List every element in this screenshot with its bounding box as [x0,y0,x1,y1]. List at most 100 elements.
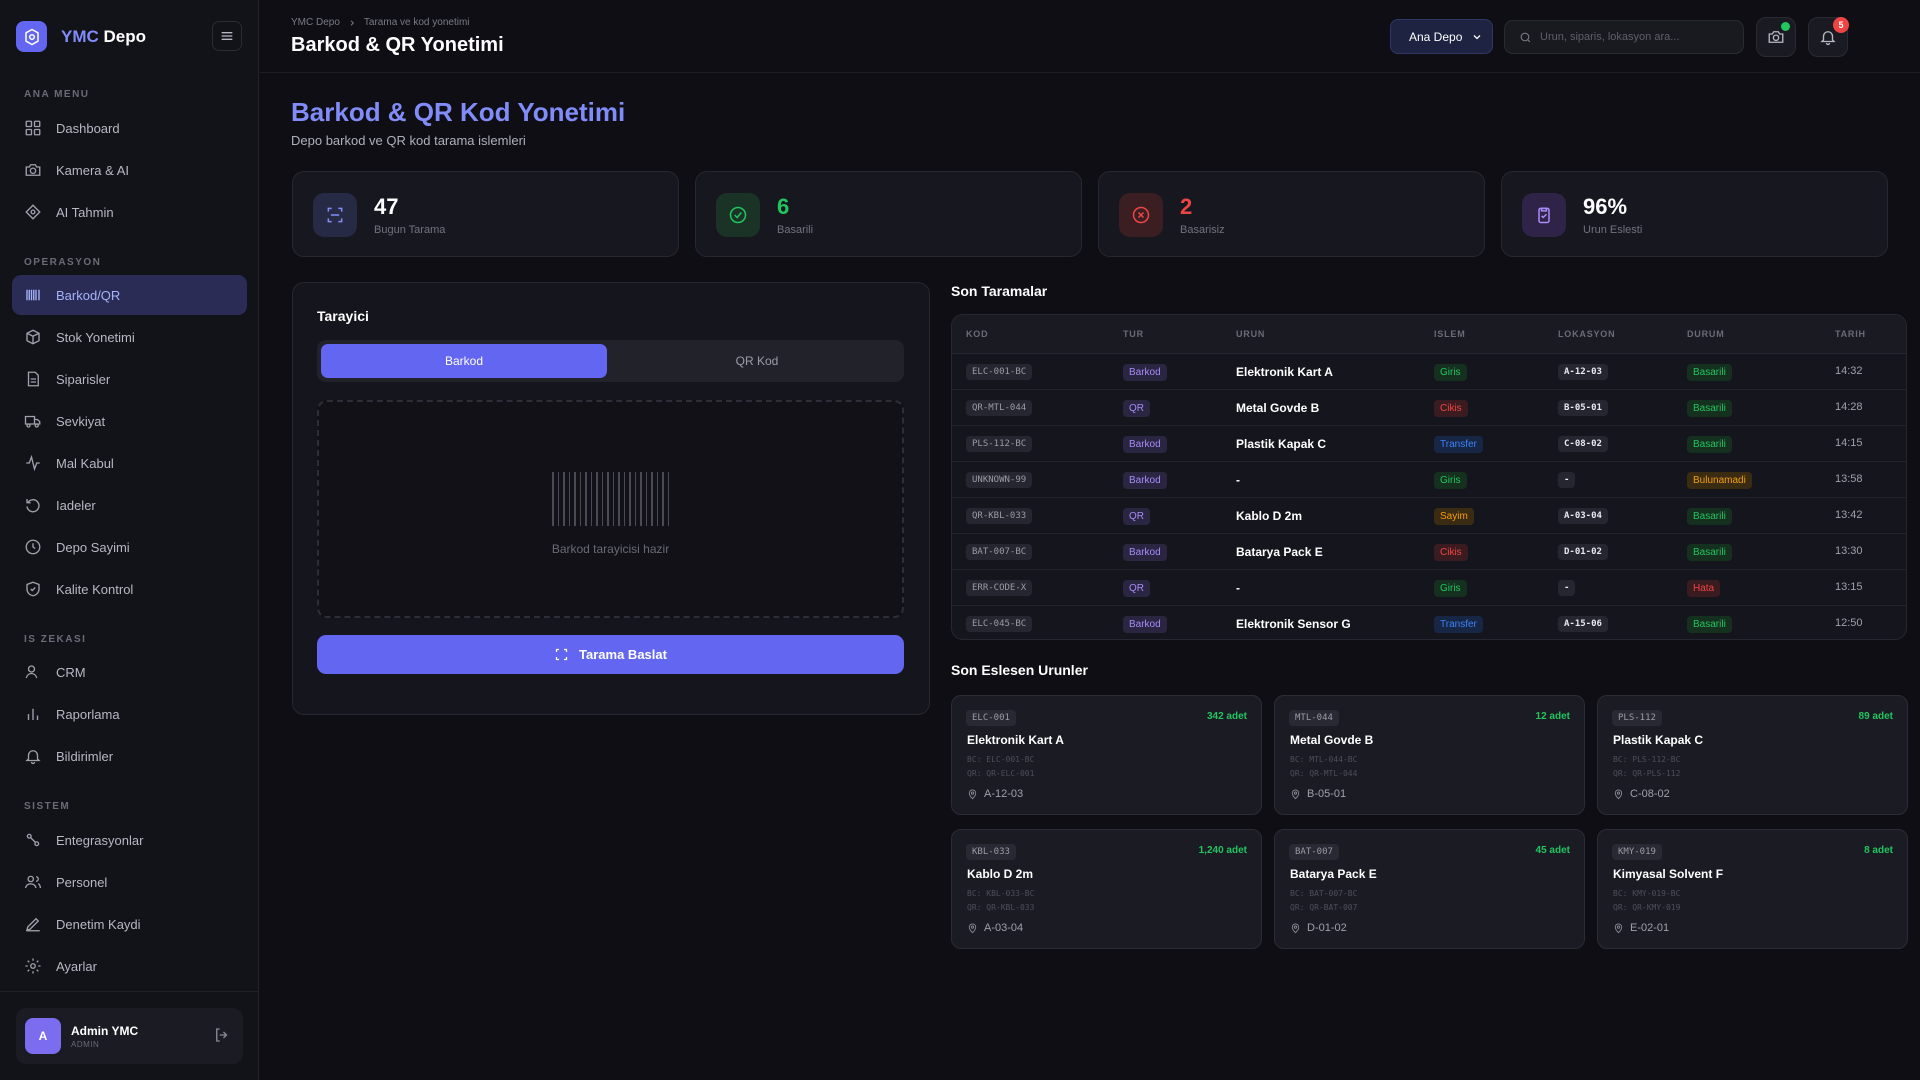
location-pin-icon [1291,789,1300,799]
sidebar-item-stock[interactable]: Stok Yonetimi [12,317,247,357]
breadcrumb-item: Tarama ve kod yonetimi [363,17,470,28]
chevron-right-icon [350,19,354,26]
qr-value: QR: QR-KBL-033 [967,903,1035,912]
gear-icon [25,958,41,974]
search-input[interactable]: Urun, siparis, lokasyon ara... [1504,20,1744,54]
sidebar-item-staff[interactable]: Personel [12,862,247,902]
stat-card-scans: 47 Bugun Tarama [292,171,679,257]
qr-value: QR: QR-BAT-007 [1290,903,1358,912]
type-badge: QR [1123,400,1150,417]
sidebar-item-camera[interactable]: Kamera & AI [12,150,247,190]
status-badge: Basarili [1687,544,1732,561]
tab-barcode[interactable]: Barkod [321,344,607,378]
logo-icon [16,21,47,52]
table-row[interactable]: ELC-045-BC Barkod Elektronik Sensor G Trans… [952,606,1906,639]
scan-time: 13:58 [1835,473,1863,485]
scan-code: ELC-045-BC [966,616,1033,632]
stat-card-success: 6 Basarili [695,171,1082,257]
operation-badge: Giris [1434,364,1467,381]
sidebar-item-shipment[interactable]: Sevkiyat [12,401,247,441]
sidebar: YMC Depo ANA MENU Dashboard Kamera & AI … [0,0,259,1080]
chevron-down-icon [1473,35,1481,40]
notifications-button[interactable]: 5 [1808,17,1849,57]
sidebar-item-audit[interactable]: Denetim Kaydi [12,904,247,944]
dashboard-icon [25,120,41,136]
table-row[interactable]: BAT-007-BC Barkod Batarya Pack E Cikis D-01-… [952,534,1906,570]
sidebar-item-barcode[interactable]: Barkod/QR [12,275,247,315]
breadcrumb-item[interactable]: YMC Depo [291,17,340,28]
sidebar-item-notifications[interactable]: Bildirimler [12,736,247,776]
scan-code: QR-MTL-044 [966,400,1033,416]
sidebar-item-dashboard[interactable]: Dashboard [12,108,247,148]
product-name: Kablo D 2m [967,867,1034,881]
barcode-value: BC: MTL-044-BC [1290,755,1358,764]
camera-icon [1768,31,1784,43]
scan-area: Barkod tarayicisi hazir [317,400,904,618]
product-location: E-02-01 [1613,922,1669,934]
sidebar-item-label: Barkod/QR [56,287,121,303]
operation-badge: Transfer [1434,436,1483,453]
location-pin-icon [968,923,977,933]
bell-icon [1820,31,1836,46]
status-badge: Hata [1687,580,1721,597]
warehouse-select-value: Ana Depo [1409,29,1463,44]
table-row[interactable]: ERR-CODE-X QR - Giris - Hata 13:15 [952,570,1906,606]
product-name: Plastik Kapak C [1613,733,1704,747]
sidebar-item-quality[interactable]: Kalite Kontrol [12,569,247,609]
document-icon [27,371,39,387]
operation-badge: Giris [1434,580,1467,597]
table-row[interactable]: QR-KBL-033 QR Kablo D 2m Sayim A-03-04 Basari… [952,498,1906,534]
product-code: PLS-112 [1612,710,1662,726]
sidebar-item-reports[interactable]: Raporlama [12,694,247,734]
operation-badge: Cikis [1434,400,1468,417]
product-card[interactable]: KMY-019 8 adet Kimyasal Solvent F BC: KMY-0… [1597,829,1908,949]
tab-qr[interactable]: QR Kod [614,344,900,378]
stat-value: 6 [777,194,790,219]
product-code: MTL-044 [1289,710,1339,726]
sidebar-item-label: AI Tahmin [56,204,114,220]
status-badge: Basarili [1687,400,1732,417]
product-card[interactable]: KBL-033 1,240 adet Kablo D 2m BC: KBL-033-B… [951,829,1262,949]
sidebar-item-label: Dashboard [56,120,120,136]
menu-toggle-button[interactable] [212,21,242,51]
type-badge: Barkod [1123,472,1167,489]
product-quantity: 342 adet [1206,711,1247,722]
product-name: Elektronik Kart A [1236,365,1333,379]
sidebar-item-receiving[interactable]: Mal Kabul [12,443,247,483]
sidebar-item-returns[interactable]: Iadeler [12,485,247,525]
sidebar-item-ai-tahmin[interactable]: AI Tahmin [12,192,247,232]
table-row[interactable]: PLS-112-BC Barkod Plastik Kapak C Transfer C… [952,426,1906,462]
product-card[interactable]: MTL-044 12 adet Metal Govde B BC: MTL-044-B… [1274,695,1585,815]
location-text: D-01-02 [1307,922,1347,934]
product-name: Elektronik Sensor G [1236,617,1351,631]
check-circle-icon [716,193,760,237]
stat-card-matched: 96% Urun Eslesti [1501,171,1888,257]
app-logo[interactable]: YMC Depo [16,21,146,52]
warehouse-select[interactable]: Ana Depo [1390,19,1493,54]
sidebar-item-integrations[interactable]: Entegrasyonlar [12,820,247,860]
integration-icon [26,833,40,847]
barcode-icon [552,472,669,526]
table-row[interactable]: UNKNOWN-99 Barkod - Giris - Bulunamadi 13:58 [952,462,1906,498]
product-code: BAT-007 [1289,844,1339,860]
user-card[interactable]: A Admin YMC ADMIN [16,1008,243,1064]
table-row[interactable]: ELC-001-BC Barkod Elektronik Kart A Giris A-… [952,354,1906,390]
location-code: A-15-06 [1558,616,1608,632]
logout-icon[interactable] [213,1026,231,1044]
sidebar-item-orders[interactable]: Siparisler [12,359,247,399]
sidebar-item-label: Stok Yonetimi [56,329,135,345]
product-card[interactable]: ELC-001 342 adet Elektronik Kart A BC: ELC-… [951,695,1262,815]
sidebar-item-label: Kamera & AI [56,162,129,178]
sidebar-item-count[interactable]: Depo Sayimi [12,527,247,567]
start-scan-button[interactable]: Tarama Baslat [317,635,904,674]
scanner-panel: Tarayici Barkod QR Kod Barkod tarayicisi… [292,282,930,715]
scan-time: 14:32 [1835,365,1863,377]
product-card[interactable]: PLS-112 89 adet Plastik Kapak C BC: PLS-112… [1597,695,1908,815]
table-row[interactable]: QR-MTL-044 QR Metal Govde B Cikis B-05-01 Bas… [952,390,1906,426]
sidebar-item-settings[interactable]: Ayarlar [12,946,247,986]
avatar: A [25,1018,61,1054]
product-card[interactable]: BAT-007 45 adet Batarya Pack E BC: BAT-007-… [1274,829,1585,949]
matched-title: Son Eslesen Urunler [951,662,1088,678]
sidebar-item-crm[interactable]: CRM [12,652,247,692]
camera-button[interactable] [1756,17,1796,57]
